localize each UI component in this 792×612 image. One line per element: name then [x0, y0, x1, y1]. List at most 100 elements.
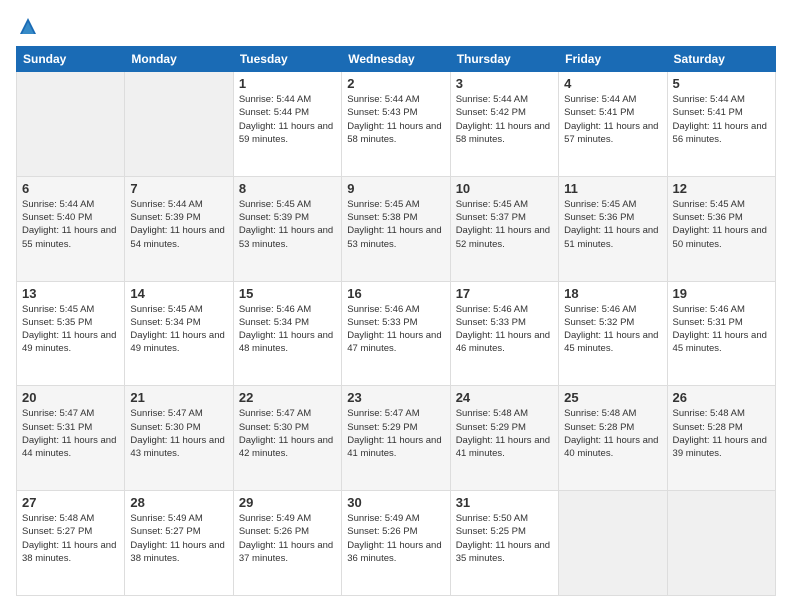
day-info: Sunrise: 5:49 AM Sunset: 5:27 PM Dayligh… [130, 512, 227, 565]
day-number: 13 [22, 286, 119, 301]
day-info: Sunrise: 5:44 AM Sunset: 5:42 PM Dayligh… [456, 93, 553, 146]
calendar-cell: 8 Sunrise: 5:45 AM Sunset: 5:39 PM Dayli… [233, 176, 341, 281]
day-info: Sunrise: 5:44 AM Sunset: 5:41 PM Dayligh… [673, 93, 770, 146]
sunset-label: Sunset: 5:26 PM [239, 526, 309, 537]
daylight-label: Daylight: 11 hours and 48 minutes. [239, 330, 333, 354]
calendar-cell [559, 491, 667, 596]
sunset-label: Sunset: 5:31 PM [673, 317, 743, 328]
sunset-label: Sunset: 5:36 PM [673, 212, 743, 223]
sunrise-label: Sunrise: 5:44 AM [239, 94, 311, 105]
sunrise-label: Sunrise: 5:44 AM [22, 199, 94, 210]
day-number: 3 [456, 76, 553, 91]
sunrise-label: Sunrise: 5:49 AM [239, 513, 311, 524]
sunrise-label: Sunrise: 5:48 AM [22, 513, 94, 524]
daylight-label: Daylight: 11 hours and 35 minutes. [456, 540, 550, 564]
calendar-cell: 21 Sunrise: 5:47 AM Sunset: 5:30 PM Dayl… [125, 386, 233, 491]
day-info: Sunrise: 5:49 AM Sunset: 5:26 PM Dayligh… [347, 512, 444, 565]
sunrise-label: Sunrise: 5:48 AM [564, 408, 636, 419]
calendar-cell: 24 Sunrise: 5:48 AM Sunset: 5:29 PM Dayl… [450, 386, 558, 491]
day-info: Sunrise: 5:46 AM Sunset: 5:31 PM Dayligh… [673, 303, 770, 356]
sunset-label: Sunset: 5:43 PM [347, 107, 417, 118]
sunset-label: Sunset: 5:28 PM [564, 422, 634, 433]
day-number: 22 [239, 390, 336, 405]
daylight-label: Daylight: 11 hours and 49 minutes. [22, 330, 116, 354]
daylight-label: Daylight: 11 hours and 49 minutes. [130, 330, 224, 354]
daylight-label: Daylight: 11 hours and 44 minutes. [22, 435, 116, 459]
weekday-header-row: SundayMondayTuesdayWednesdayThursdayFrid… [17, 47, 776, 72]
day-number: 17 [456, 286, 553, 301]
sunrise-label: Sunrise: 5:50 AM [456, 513, 528, 524]
daylight-label: Daylight: 11 hours and 36 minutes. [347, 540, 441, 564]
day-number: 5 [673, 76, 770, 91]
day-number: 26 [673, 390, 770, 405]
calendar-cell: 25 Sunrise: 5:48 AM Sunset: 5:28 PM Dayl… [559, 386, 667, 491]
sunset-label: Sunset: 5:33 PM [456, 317, 526, 328]
calendar-cell: 28 Sunrise: 5:49 AM Sunset: 5:27 PM Dayl… [125, 491, 233, 596]
daylight-label: Daylight: 11 hours and 53 minutes. [347, 225, 441, 249]
sunset-label: Sunset: 5:32 PM [564, 317, 634, 328]
sunrise-label: Sunrise: 5:45 AM [239, 199, 311, 210]
calendar-cell: 22 Sunrise: 5:47 AM Sunset: 5:30 PM Dayl… [233, 386, 341, 491]
day-info: Sunrise: 5:44 AM Sunset: 5:39 PM Dayligh… [130, 198, 227, 251]
daylight-label: Daylight: 11 hours and 59 minutes. [239, 121, 333, 145]
sunrise-label: Sunrise: 5:48 AM [456, 408, 528, 419]
day-info: Sunrise: 5:45 AM Sunset: 5:39 PM Dayligh… [239, 198, 336, 251]
day-number: 16 [347, 286, 444, 301]
sunrise-label: Sunrise: 5:44 AM [673, 94, 745, 105]
page: SundayMondayTuesdayWednesdayThursdayFrid… [0, 0, 792, 612]
sunset-label: Sunset: 5:39 PM [239, 212, 309, 223]
calendar-cell [125, 72, 233, 177]
sunset-label: Sunset: 5:30 PM [239, 422, 309, 433]
header [16, 16, 776, 36]
calendar-cell: 10 Sunrise: 5:45 AM Sunset: 5:37 PM Dayl… [450, 176, 558, 281]
day-number: 1 [239, 76, 336, 91]
day-info: Sunrise: 5:45 AM Sunset: 5:38 PM Dayligh… [347, 198, 444, 251]
day-info: Sunrise: 5:44 AM Sunset: 5:43 PM Dayligh… [347, 93, 444, 146]
day-info: Sunrise: 5:45 AM Sunset: 5:37 PM Dayligh… [456, 198, 553, 251]
day-info: Sunrise: 5:47 AM Sunset: 5:30 PM Dayligh… [239, 407, 336, 460]
day-info: Sunrise: 5:49 AM Sunset: 5:26 PM Dayligh… [239, 512, 336, 565]
sunrise-label: Sunrise: 5:45 AM [456, 199, 528, 210]
day-info: Sunrise: 5:45 AM Sunset: 5:36 PM Dayligh… [673, 198, 770, 251]
day-info: Sunrise: 5:44 AM Sunset: 5:41 PM Dayligh… [564, 93, 661, 146]
calendar-cell: 20 Sunrise: 5:47 AM Sunset: 5:31 PM Dayl… [17, 386, 125, 491]
day-number: 25 [564, 390, 661, 405]
day-info: Sunrise: 5:46 AM Sunset: 5:33 PM Dayligh… [347, 303, 444, 356]
day-info: Sunrise: 5:44 AM Sunset: 5:40 PM Dayligh… [22, 198, 119, 251]
daylight-label: Daylight: 11 hours and 38 minutes. [22, 540, 116, 564]
sunrise-label: Sunrise: 5:47 AM [130, 408, 202, 419]
weekday-header-monday: Monday [125, 47, 233, 72]
calendar-cell: 4 Sunrise: 5:44 AM Sunset: 5:41 PM Dayli… [559, 72, 667, 177]
day-number: 29 [239, 495, 336, 510]
weekday-header-thursday: Thursday [450, 47, 558, 72]
calendar-cell: 9 Sunrise: 5:45 AM Sunset: 5:38 PM Dayli… [342, 176, 450, 281]
sunrise-label: Sunrise: 5:47 AM [239, 408, 311, 419]
daylight-label: Daylight: 11 hours and 40 minutes. [564, 435, 658, 459]
calendar-cell: 27 Sunrise: 5:48 AM Sunset: 5:27 PM Dayl… [17, 491, 125, 596]
calendar-week-row: 27 Sunrise: 5:48 AM Sunset: 5:27 PM Dayl… [17, 491, 776, 596]
calendar-cell [17, 72, 125, 177]
sunset-label: Sunset: 5:27 PM [130, 526, 200, 537]
sunrise-label: Sunrise: 5:46 AM [239, 304, 311, 315]
sunrise-label: Sunrise: 5:46 AM [347, 304, 419, 315]
sunrise-label: Sunrise: 5:45 AM [564, 199, 636, 210]
logo [16, 16, 40, 36]
day-number: 20 [22, 390, 119, 405]
calendar-week-row: 13 Sunrise: 5:45 AM Sunset: 5:35 PM Dayl… [17, 281, 776, 386]
day-number: 11 [564, 181, 661, 196]
daylight-label: Daylight: 11 hours and 53 minutes. [239, 225, 333, 249]
weekday-header-tuesday: Tuesday [233, 47, 341, 72]
sunrise-label: Sunrise: 5:44 AM [347, 94, 419, 105]
day-info: Sunrise: 5:50 AM Sunset: 5:25 PM Dayligh… [456, 512, 553, 565]
calendar-cell: 2 Sunrise: 5:44 AM Sunset: 5:43 PM Dayli… [342, 72, 450, 177]
calendar-cell: 14 Sunrise: 5:45 AM Sunset: 5:34 PM Dayl… [125, 281, 233, 386]
day-info: Sunrise: 5:47 AM Sunset: 5:30 PM Dayligh… [130, 407, 227, 460]
weekday-header-wednesday: Wednesday [342, 47, 450, 72]
sunset-label: Sunset: 5:27 PM [22, 526, 92, 537]
sunset-label: Sunset: 5:31 PM [22, 422, 92, 433]
calendar-cell: 16 Sunrise: 5:46 AM Sunset: 5:33 PM Dayl… [342, 281, 450, 386]
sunrise-label: Sunrise: 5:45 AM [673, 199, 745, 210]
day-number: 8 [239, 181, 336, 196]
daylight-label: Daylight: 11 hours and 41 minutes. [347, 435, 441, 459]
day-number: 6 [22, 181, 119, 196]
